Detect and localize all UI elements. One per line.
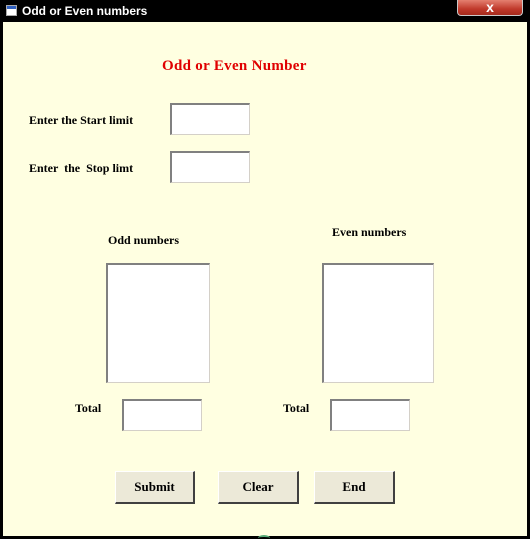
title-bar[interactable]: Odd or Even numbers x <box>0 0 530 22</box>
even-total-input[interactable] <box>330 399 410 431</box>
app-window: Odd or Even numbers x Odd or Even Number… <box>0 0 530 539</box>
even-total-label: Total <box>283 401 310 415</box>
end-button[interactable]: End <box>314 471 395 504</box>
window-frame-left <box>0 22 3 539</box>
odd-numbers-label: Odd numbers <box>108 233 180 247</box>
bottom-edge-mark <box>258 535 270 541</box>
even-numbers-list[interactable] <box>322 263 434 383</box>
close-icon: x <box>486 0 494 15</box>
close-button[interactable]: x <box>457 0 523 16</box>
even-numbers-label: Even numbers <box>332 225 407 239</box>
submit-button[interactable]: Submit <box>115 471 195 504</box>
stop-limit-label: Enter the Stop limt <box>29 161 134 175</box>
stop-limit-input[interactable] <box>170 151 250 183</box>
app-window-icon <box>6 5 17 16</box>
clear-button[interactable]: Clear <box>218 471 299 504</box>
start-limit-label: Enter the Start limit <box>29 113 134 127</box>
odd-numbers-list[interactable] <box>106 263 210 383</box>
odd-total-input[interactable] <box>122 399 202 431</box>
window-title: Odd or Even numbers <box>22 4 148 18</box>
start-limit-input[interactable] <box>170 103 250 135</box>
form-heading: Odd or Even Number <box>162 58 307 74</box>
odd-total-label: Total <box>75 401 102 415</box>
